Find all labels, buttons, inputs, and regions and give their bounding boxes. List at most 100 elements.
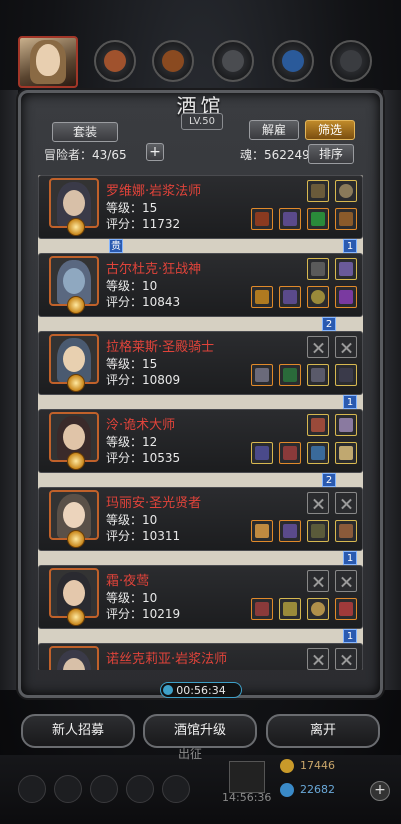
armor-icon[interactable] [279, 286, 301, 308]
armor-icon[interactable] [279, 364, 301, 386]
hero-name: 玛丽安·圣光贤者 [106, 496, 202, 511]
trinket-icon[interactable] [307, 286, 329, 308]
empty-slot-icon[interactable] [335, 570, 357, 592]
hero-card[interactable]: 霜·夜莺 等级：10 评分：10219 [38, 565, 363, 629]
clock-icon [163, 685, 173, 695]
menu-icon-1[interactable] [18, 775, 46, 803]
medal-icon [67, 608, 85, 626]
amulet-icon[interactable] [307, 414, 329, 436]
hero-name: 古尔杜克·狂战神 [106, 262, 202, 277]
hero-score: 评分：10311 [106, 529, 181, 543]
gem-icon [280, 783, 294, 797]
hero-slot-5[interactable] [330, 40, 372, 82]
gift-box-icon[interactable] [229, 761, 265, 793]
trinket-icon[interactable] [307, 442, 329, 464]
empty-slot-icon[interactable] [307, 570, 329, 592]
menu-icon-4[interactable] [126, 775, 154, 803]
empty-slot-icon[interactable] [307, 648, 329, 670]
hero-score: 评分：11732 [106, 217, 181, 231]
row-divider: 1 [38, 551, 363, 565]
hero-card[interactable]: 玛丽安·圣光贤者 等级：10 评分：10311 [38, 487, 363, 551]
hero-level: 等级：15 [106, 201, 158, 215]
armor-icon[interactable] [279, 598, 301, 620]
hero-level: 等级：10 [106, 591, 158, 605]
hero-card[interactable]: 罗维娜·岩浆法师 等级：15 评分：11732 [38, 175, 363, 239]
ring-icon[interactable] [335, 414, 357, 436]
weapon-icon[interactable] [251, 442, 273, 464]
hero-level: 等级：10 [106, 513, 158, 527]
rank-tag: 1 [343, 239, 357, 253]
filter-button[interactable]: 筛选 [305, 120, 355, 140]
hero-name: 霜·夜莺 [106, 574, 150, 589]
leave-button[interactable]: 离开 [266, 714, 380, 748]
background-right-edge [383, 90, 401, 690]
hero-list: 罗维娜·岩浆法师 等级：15 评分：11732 贵 1 古尔杜克·狂战神 等级：… [38, 175, 363, 670]
medal-icon [67, 374, 85, 392]
weapon-icon[interactable] [251, 598, 273, 620]
hero-slot-3[interactable] [212, 40, 254, 82]
empty-slot-icon[interactable] [335, 648, 357, 670]
hero-slot-2[interactable] [152, 40, 194, 82]
accessory-icon[interactable] [335, 442, 357, 464]
trinket-icon[interactable] [307, 208, 329, 230]
dismiss-button[interactable]: 解雇 [249, 120, 299, 140]
empty-slot-icon[interactable] [335, 492, 357, 514]
row-divider: 1 [38, 629, 363, 643]
hero-portrait [49, 646, 99, 670]
ring-icon[interactable] [335, 180, 357, 202]
hero-card[interactable]: 诺丝克莉亚·岩浆法师 [38, 643, 363, 670]
amulet-icon[interactable] [307, 258, 329, 280]
hero-slot-4[interactable] [272, 40, 314, 82]
gold-coin-icon [280, 759, 294, 773]
accessory-icon[interactable] [335, 520, 357, 542]
menu-icon-2[interactable] [54, 775, 82, 803]
hero-card[interactable]: 拉格莱斯·圣殿骑士 等级：15 评分：10809 [38, 331, 363, 395]
accessory-icon[interactable] [335, 286, 357, 308]
footer-bar: 出征 14:56:36 17446 22682 + [0, 747, 401, 824]
empty-slot-icon[interactable] [307, 492, 329, 514]
trinket-icon[interactable] [307, 364, 329, 386]
medal-icon [67, 452, 85, 470]
trinket-icon[interactable] [307, 520, 329, 542]
hero-name: 泠·诡术大师 [106, 418, 176, 433]
empty-slot-icon[interactable] [307, 336, 329, 358]
weapon-icon[interactable] [251, 364, 273, 386]
recruit-button[interactable]: 新人招募 [21, 714, 135, 748]
adventurers-count: 冒险者：43/65 [44, 148, 127, 162]
outfit-button[interactable]: 套装 [52, 122, 118, 142]
hero-level: 等级：15 [106, 357, 158, 371]
game-clock: 14:56:36 [222, 791, 272, 804]
empty-slot-icon[interactable] [335, 336, 357, 358]
armor-icon[interactable] [279, 442, 301, 464]
expedition-label: 出征 [178, 747, 203, 761]
weapon-icon[interactable] [251, 208, 273, 230]
amulet-icon[interactable] [307, 180, 329, 202]
trinket-icon[interactable] [307, 598, 329, 620]
add-currency-button[interactable]: + [370, 781, 390, 801]
hero-slot-1[interactable] [94, 40, 136, 82]
menu-icon-5[interactable] [162, 775, 190, 803]
accessory-icon[interactable] [335, 598, 357, 620]
weapon-icon[interactable] [251, 286, 273, 308]
rank-tag: 1 [343, 395, 357, 409]
armor-icon[interactable] [279, 520, 301, 542]
add-adventurer-slot-button[interactable]: + [146, 143, 164, 161]
hero-card[interactable]: 古尔杜克·狂战神 等级：10 评分：10843 [38, 253, 363, 317]
rank-tag: 1 [343, 551, 357, 565]
accessory-icon[interactable] [335, 364, 357, 386]
hero-name: 罗维娜·岩浆法师 [106, 184, 202, 199]
sort-button[interactable]: 排序 [308, 144, 354, 164]
player-portrait[interactable] [18, 36, 78, 88]
tavern-level-badge: LV.50 [181, 113, 223, 130]
hero-name: 诺丝克莉亚·岩浆法师 [106, 652, 228, 667]
hero-card[interactable]: 泠·诡术大师 等级：12 评分：10535 [38, 409, 363, 473]
timer-text: 00:56:34 [176, 684, 226, 697]
weapon-icon[interactable] [251, 520, 273, 542]
tavern-upgrade-button[interactable]: 酒馆升级 [143, 714, 257, 748]
hero-score: 评分：10809 [106, 373, 181, 387]
menu-icon-3[interactable] [90, 775, 118, 803]
armor-icon[interactable] [279, 208, 301, 230]
accessory-icon[interactable] [335, 208, 357, 230]
hero-level: 等级：10 [106, 279, 158, 293]
ring-icon[interactable] [335, 258, 357, 280]
